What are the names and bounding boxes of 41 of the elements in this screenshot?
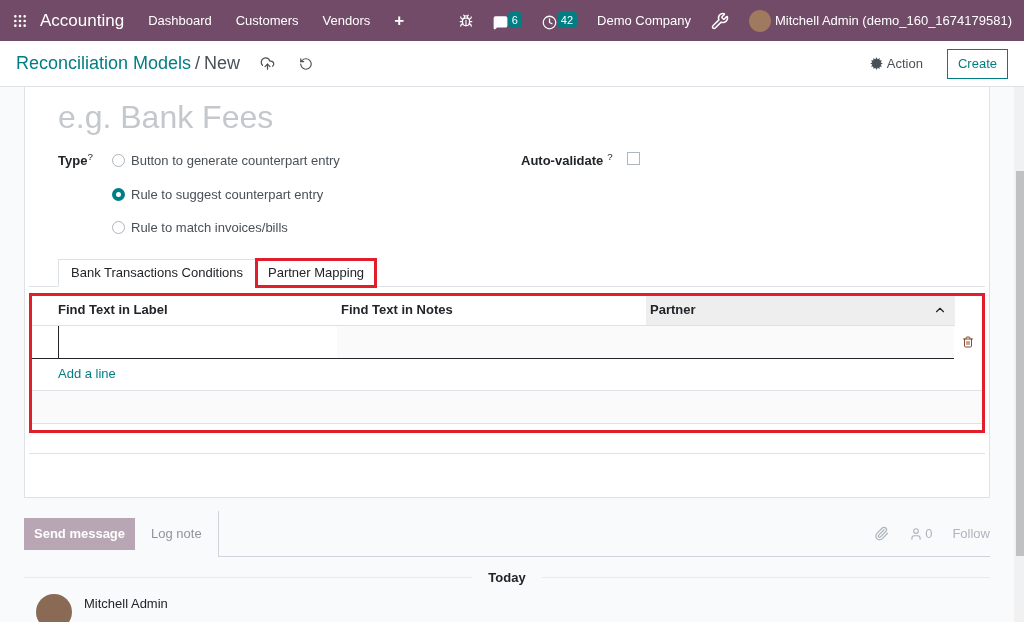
action-button[interactable]: Action (869, 53, 923, 74)
clock-icon[interactable] (541, 14, 557, 30)
breadcrumb-current: New (204, 52, 241, 75)
column-header[interactable]: Find Text in Notes (337, 295, 646, 325)
gear-icon (869, 57, 883, 70)
name-field[interactable]: e.g. Bank Fees (58, 93, 558, 141)
field-label: Auto-validate $^{?}$ (521, 151, 614, 167)
breadcrumb-separator: / (195, 52, 201, 75)
notes-cell[interactable] (337, 325, 954, 359)
delete-icon[interactable] (962, 336, 974, 348)
apps-menu-icon[interactable] (12, 12, 28, 29)
date-separator: Today (487, 569, 527, 587)
radio-option[interactable]: Rule to match invoices/bills (112, 218, 340, 238)
company-switcher[interactable]: Demo Company (597, 10, 691, 31)
menu-item[interactable]: Vendors (322, 10, 371, 31)
activity-count-badge: 42 (556, 11, 577, 28)
add-line-link[interactable]: Add a line (58, 364, 116, 384)
create-button[interactable]: Create (946, 48, 1008, 79)
message-author: Mitchell Admin (84, 594, 168, 613)
column-header[interactable]: Partner (646, 295, 955, 325)
tab[interactable]: Partner Mapping (256, 258, 377, 287)
tab[interactable]: Bank Transactions Conditions (58, 258, 256, 287)
auto-validate-checkbox[interactable] (627, 152, 640, 165)
author-avatar (36, 593, 72, 622)
menu-item[interactable]: Customers (235, 10, 299, 31)
chat-icon[interactable] (492, 14, 508, 30)
label-input[interactable] (58, 325, 337, 359)
discard-icon[interactable] (299, 56, 314, 71)
save-icon[interactable] (260, 56, 276, 71)
app-name[interactable]: Accounting (40, 7, 125, 34)
menu-item[interactable]: Dashboard (148, 10, 212, 31)
menu-item[interactable]: + (394, 7, 405, 34)
breadcrumb-link[interactable]: Reconciliation Models (16, 50, 192, 77)
field-label: Type$^{?}$ (58, 151, 94, 170)
column-header[interactable]: Find Text in Label (32, 295, 337, 325)
message-count-badge: 6 (507, 11, 522, 28)
tools-icon[interactable] (710, 11, 729, 30)
debug-icon[interactable] (458, 13, 473, 28)
radio-option[interactable]: Rule to suggest counterpart entry (112, 184, 340, 204)
radio-option[interactable]: Button to generate counterpart entry (112, 151, 340, 171)
user-menu[interactable]: Mitchell Admin (demo_160_1674179581) (774, 10, 1012, 31)
